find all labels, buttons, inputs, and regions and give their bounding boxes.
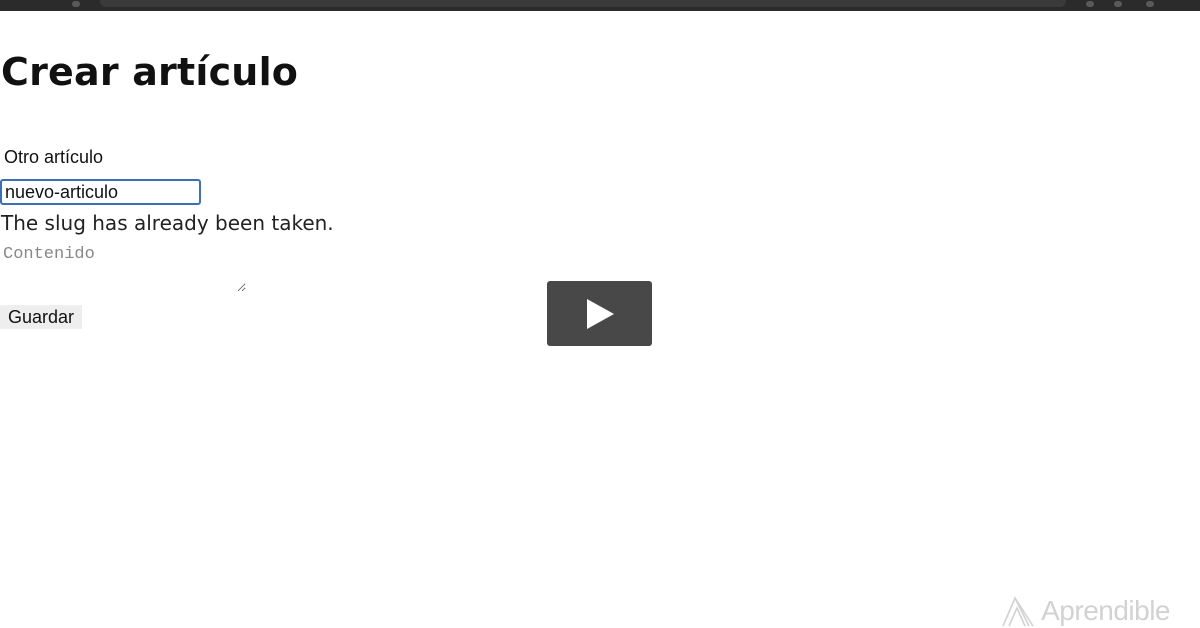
address-bar[interactable] [100,0,1066,7]
slug-input[interactable] [0,179,201,205]
save-button[interactable]: Guardar [0,305,83,329]
slug-error-message: The slug has already been taken. [1,211,334,235]
title-field[interactable]: Otro artículo [4,147,103,168]
brand-name: Aprendible [1041,595,1170,626]
aprendible-logo-icon [1002,596,1034,627]
extension-icon[interactable] [1114,1,1122,7]
play-icon [586,298,614,329]
browser-toolbar [0,0,1200,11]
video-play-button[interactable] [547,281,652,346]
extension-icon[interactable] [1086,1,1094,7]
content-textarea[interactable] [0,242,246,292]
brand-watermark: Aprendible [1001,594,1170,628]
page-title: Crear artículo [1,50,299,94]
avatar[interactable] [1146,1,1154,7]
reload-icon[interactable] [72,1,80,7]
